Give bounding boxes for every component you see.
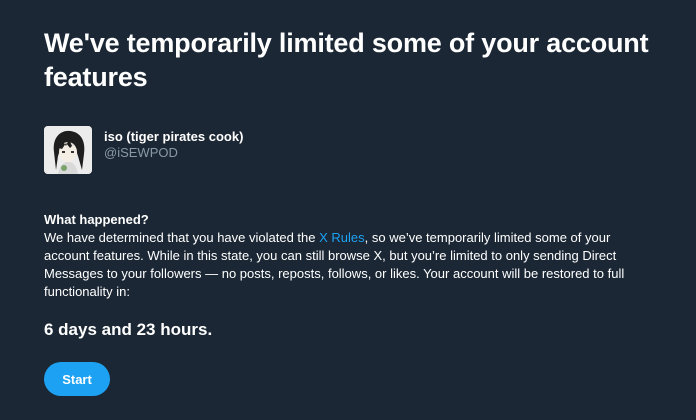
account-card: iso (tiger pirates cook) @iSEWPOD	[44, 126, 243, 174]
what-happened-heading: What happened?	[44, 212, 149, 227]
page-title: We've temporarily limited some of your a…	[44, 28, 649, 92]
restriction-countdown: 6 days and 23 hours.	[44, 320, 213, 339]
display-name: iso (tiger pirates cook)	[104, 129, 244, 144]
start-button[interactable]: Start	[44, 362, 110, 396]
account-info: iso (tiger pirates cook) @iSEWPOD	[104, 129, 243, 161]
limitation-notice: We've temporarily limited some of your a…	[44, 26, 664, 396]
what-happened-body: We have determined that you have violate…	[44, 229, 644, 301]
user-avatar-icon	[44, 126, 92, 174]
what-happened-section: What happened? We have determined that y…	[44, 211, 644, 301]
avatar	[44, 126, 92, 174]
x-rules-link[interactable]: X Rules	[319, 230, 365, 245]
body-text-start: We have determined that you have violate…	[44, 230, 320, 245]
account-handle: @iSEWPOD	[104, 145, 178, 160]
